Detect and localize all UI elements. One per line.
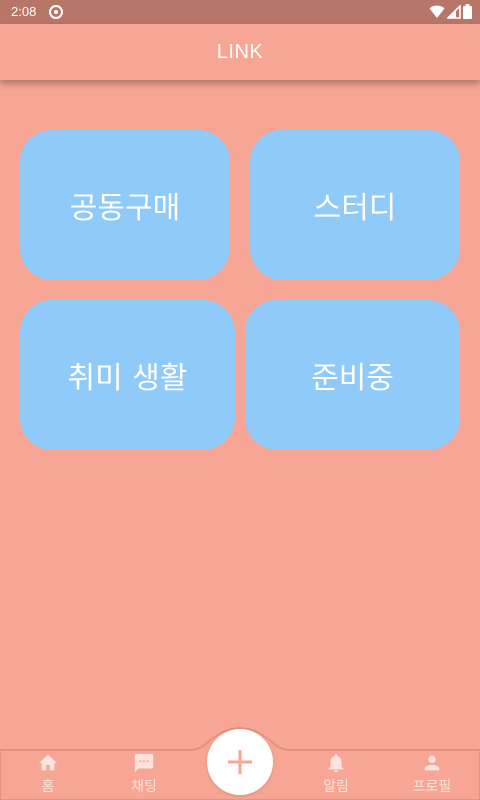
nav-item-notifications[interactable]: 알림 — [288, 752, 384, 800]
category-card-group-buying[interactable]: 공동구매 — [20, 130, 230, 280]
app-bar: LINK — [0, 24, 480, 80]
category-label: 공동구매 — [69, 191, 181, 226]
status-bar: 2:08 — [0, 0, 480, 24]
wifi-icon — [429, 5, 445, 18]
category-label: 스터디 — [313, 191, 397, 226]
status-icons — [429, 4, 472, 19]
nav-item-home[interactable]: 홈 — [0, 752, 96, 800]
category-card-hobby[interactable]: 취미 생활 — [20, 300, 235, 450]
chat-icon — [134, 753, 154, 773]
category-label: 준비중 — [311, 361, 394, 396]
nav-item-profile[interactable]: 프로필 — [384, 752, 480, 800]
nav-label-home: 홈 — [41, 779, 55, 795]
add-post-button[interactable] — [207, 729, 273, 795]
sync-icon — [49, 5, 63, 19]
bell-icon — [328, 754, 344, 773]
nav-label-notifications: 알림 — [323, 779, 349, 795]
category-label: 취미 생활 — [67, 361, 188, 396]
status-time: 2:08 — [11, 4, 37, 19]
nav-item-chat[interactable]: 채팅 — [96, 752, 192, 800]
app-title: LINK — [216, 40, 264, 63]
home-icon — [38, 754, 58, 771]
category-card-study[interactable]: 스터디 — [250, 130, 460, 280]
battery-icon — [463, 4, 472, 19]
signal-icon — [447, 4, 461, 19]
category-card-coming-soon[interactable]: 준비중 — [245, 300, 460, 450]
nav-label-profile: 프로필 — [412, 779, 452, 795]
person-icon — [424, 755, 440, 771]
plus-icon — [228, 750, 252, 774]
nav-label-chat: 채팅 — [131, 779, 157, 795]
